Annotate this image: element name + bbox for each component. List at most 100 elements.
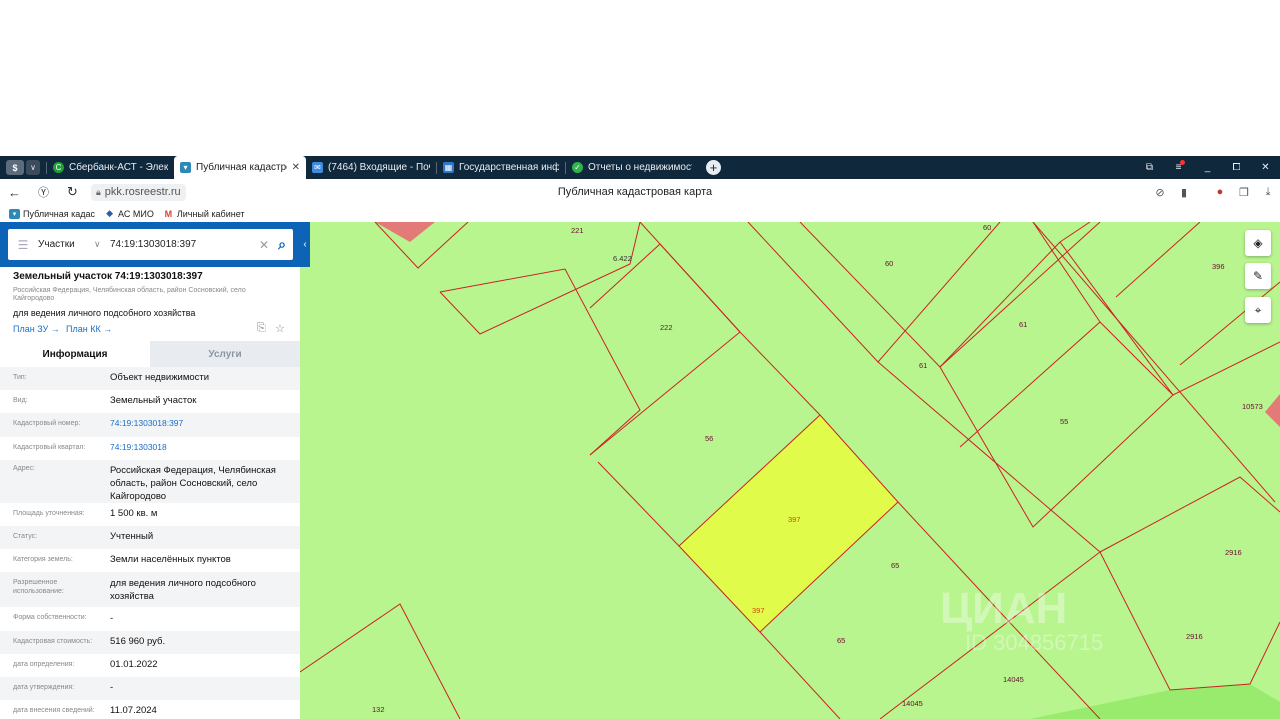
- parcel-purpose: для ведения личного подсобного хозяйства: [13, 308, 196, 318]
- clear-icon[interactable]: ✕: [257, 238, 271, 252]
- info-label: Категория земель:: [13, 556, 73, 563]
- layers-button[interactable]: ◈: [1245, 230, 1271, 256]
- bookmark-as-mio[interactable]: ◆ АС МИО: [104, 208, 154, 219]
- info-tabs: Информация Услуги: [0, 341, 300, 367]
- info-value: Объект недвижимости: [110, 372, 210, 383]
- info-row: дата внесения сведений: 11.07.2024: [0, 700, 300, 719]
- search-box: ☰ Участки ∨ 74:19:1303018:397 ✕ ⌕: [8, 229, 293, 260]
- info-row: Разрешенное использование: для ведения л…: [0, 572, 300, 607]
- info-row: Вид: Земельный участок: [0, 390, 300, 413]
- tab-label: Сбербанк-АСТ - Электрон: [69, 162, 168, 173]
- url-field[interactable]: 🔒︎ pkk.rosreestr.ru: [91, 183, 186, 201]
- ruler-button[interactable]: ✎: [1245, 263, 1271, 289]
- watermark-id: ID 304856715: [965, 630, 1104, 655]
- tab-reports[interactable]: ✓ Отчеты о недвижимости: [566, 156, 698, 179]
- restore-icon[interactable]: ⧠: [1222, 162, 1251, 173]
- info-label: дата утверждения:: [13, 684, 75, 691]
- back-icon[interactable]: ←: [0, 185, 29, 200]
- star-icon[interactable]: ☆: [275, 322, 285, 335]
- plan-kk-link[interactable]: План КК →: [66, 324, 112, 334]
- tab-list-icon[interactable]: ⧉: [1135, 162, 1164, 173]
- parcel-label: 132: [372, 705, 385, 714]
- collections-icon[interactable]: ❐: [1232, 186, 1256, 199]
- info-value: Российская Федерация, Челябинская област…: [110, 465, 276, 502]
- mail-icon: ✉: [312, 162, 323, 173]
- tab-label: (7464) Входящие - Почта: [328, 162, 430, 173]
- info-label: дата внесения сведений:: [13, 707, 95, 714]
- info-label: Кадастровый квартал:: [13, 444, 86, 451]
- search-type-select[interactable]: Участки: [38, 239, 94, 250]
- locate-button[interactable]: ⌖: [1245, 297, 1271, 323]
- minimize-icon[interactable]: _: [1193, 162, 1222, 173]
- extension-icon[interactable]: ●: [1208, 186, 1232, 198]
- new-tab-button[interactable]: +: [706, 160, 721, 175]
- tab-mail-inbox[interactable]: ✉ (7464) Входящие - Почта: [306, 156, 436, 179]
- tab-label: Государственная инфор: [459, 162, 559, 173]
- tab-label: Публичная кадастрова: [196, 162, 287, 173]
- reload-icon[interactable]: ↻: [58, 184, 87, 200]
- chevron-down-icon[interactable]: ∨: [94, 239, 110, 250]
- hamburger-menu-icon[interactable]: ☰: [8, 238, 38, 252]
- plan-zu-link[interactable]: План ЗУ →: [13, 324, 60, 334]
- blank-area: [0, 0, 1280, 156]
- page-title: Публичная кадастровая карта: [557, 186, 713, 198]
- info-row: Форма собственности: -: [0, 607, 300, 631]
- lock-icon[interactable]: 🔒︎: [96, 187, 101, 198]
- close-tab-icon[interactable]: ✕: [292, 162, 300, 173]
- info-value: Земли населённых пунктов: [110, 554, 231, 565]
- parcel-label: 61: [1019, 320, 1028, 329]
- info-table: Тип: Объект недвижимости Вид: Земельный …: [0, 367, 300, 719]
- map-pink-parcel[interactable]: [1265, 394, 1280, 427]
- cadastral-number-link[interactable]: 74:19:1303018:397: [110, 417, 300, 430]
- tab-information[interactable]: Информация: [0, 341, 150, 367]
- info-label: Вид:: [13, 397, 28, 404]
- protect-icon[interactable]: ⊘: [1148, 186, 1172, 199]
- yandex-logo-icon[interactable]: Ⓨ: [29, 184, 58, 200]
- download-icon[interactable]: ⤓: [1256, 186, 1280, 199]
- search-icon[interactable]: ⌕: [271, 236, 293, 253]
- parcel-label: 60: [983, 223, 992, 232]
- parcel-label: 55: [1060, 417, 1069, 426]
- tab-public-cadastral-map[interactable]: ▾ Публичная кадастрова ✕: [174, 156, 306, 179]
- parcel-label: 61: [919, 361, 928, 370]
- info-row: дата определения: 01.01.2022: [0, 654, 300, 677]
- document-search-icon[interactable]: ⎘: [257, 322, 266, 335]
- info-value: 516 960 руб.: [110, 636, 166, 647]
- watermark: ЦИАН: [940, 584, 1068, 633]
- yandex-menu-button[interactable]: $: [6, 160, 24, 175]
- tab-sberbank[interactable]: C Сбербанк-АСТ - Электрон: [47, 156, 174, 179]
- info-label: Тип:: [13, 374, 27, 381]
- bookmark-public-map[interactable]: ▾ Публичная кадас: [9, 208, 95, 219]
- address-bar: ← Ⓨ ↻ 🔒︎ pkk.rosreestr.ru Публичная када…: [0, 179, 1280, 205]
- info-row: Статус: Учтенный: [0, 526, 300, 549]
- gov-info-icon: ▦: [443, 162, 454, 173]
- cadastral-map[interactable]: ◈ ✎ ⌖ ЦИАН ID 304856715 221 6.422 222 56 397…: [300, 222, 1280, 719]
- collapse-panel-button[interactable]: ‹: [300, 222, 310, 267]
- info-row: Кадастровый квартал: 74:19:1303018: [0, 437, 300, 460]
- search-input[interactable]: 74:19:1303018:397: [110, 239, 257, 250]
- address-bar-actions: ⊘ ▮ ● ❐ ⤓: [1148, 186, 1280, 199]
- cadastral-quarter-link[interactable]: 74:19:1303018: [110, 441, 300, 454]
- parcel-label: 56: [705, 434, 714, 443]
- info-row: дата утверждения: -: [0, 677, 300, 700]
- parcel-label: 222: [660, 323, 673, 332]
- bookmark-personal-cabinet[interactable]: M Личный кабинет: [163, 209, 245, 219]
- bookmark-icon[interactable]: ▮: [1172, 186, 1196, 199]
- info-panel: ☰ Участки ∨ 74:19:1303018:397 ✕ ⌕ Земель…: [0, 222, 300, 719]
- map-green-area: [1030, 684, 1280, 719]
- tab-label: Отчеты о недвижимости: [588, 162, 692, 173]
- tab-gov-info[interactable]: ▦ Государственная инфор: [437, 156, 565, 179]
- info-label: Кадастровый номер:: [13, 420, 81, 427]
- tabs-dropdown-button[interactable]: ∨: [26, 160, 40, 175]
- menu-icon[interactable]: ≡: [1164, 160, 1193, 173]
- info-label: Площадь уточненная:: [13, 510, 85, 517]
- info-label: Статус:: [13, 533, 38, 540]
- close-window-icon[interactable]: ✕: [1251, 162, 1280, 173]
- info-row: Адрес: Российская Федерация, Челябинская…: [0, 460, 300, 503]
- parcel-label: 221: [571, 226, 584, 235]
- tab-services[interactable]: Услуги: [150, 341, 300, 367]
- sber-icon: C: [53, 162, 64, 173]
- info-value: Земельный участок: [110, 395, 197, 406]
- report-check-icon: ✓: [572, 162, 583, 173]
- parcel-label: 2916: [1186, 632, 1203, 641]
